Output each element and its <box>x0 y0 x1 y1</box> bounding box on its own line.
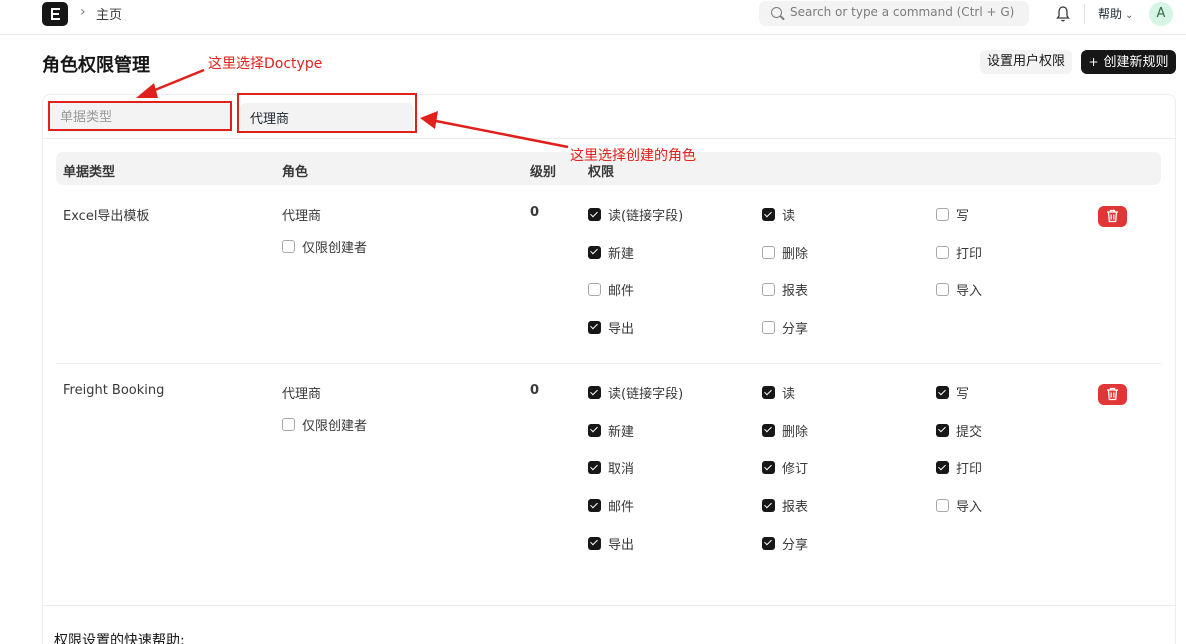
permission-label: 报表 <box>782 284 809 300</box>
row-role: 代理商 <box>282 209 322 224</box>
delete-row-button[interactable] <box>1098 206 1127 227</box>
permission-label: 分享 <box>782 537 809 553</box>
row-doctype[interactable]: Freight Booking <box>63 383 164 398</box>
permission-checkbox[interactable] <box>936 461 949 475</box>
permission-checkbox[interactable] <box>762 208 775 221</box>
permission-checkbox[interactable] <box>588 245 601 259</box>
breadcrumb-home[interactable]: 主页 <box>96 4 122 23</box>
row-divider <box>56 363 1161 364</box>
annotation-doctype-note: 这里选择Doctype <box>208 56 323 72</box>
search-icon <box>771 7 782 18</box>
permission-checkbox[interactable] <box>762 499 775 513</box>
permission-label: 删除 <box>782 246 809 262</box>
permission-checkbox[interactable] <box>588 499 601 513</box>
permission-checkbox[interactable] <box>936 283 949 297</box>
permission-checkbox[interactable] <box>762 283 775 297</box>
row-doctype[interactable]: Excel导出模板 <box>63 205 149 224</box>
permission-checkbox[interactable] <box>762 386 775 399</box>
help-label: 帮助 <box>1098 7 1123 21</box>
owner-only-checkbox[interactable] <box>282 418 295 431</box>
permission-label: 导出 <box>608 321 635 337</box>
navbar: › 主页 帮助⌄ A <box>0 0 1186 35</box>
permission-checkbox[interactable] <box>762 536 775 550</box>
permission-label: 导出 <box>608 537 635 553</box>
annotation-role-note: 这里选择创建的角色 <box>570 148 696 164</box>
permission-label: 删除 <box>782 424 809 440</box>
permission-label: 分享 <box>782 321 809 337</box>
add-new-rule-label: 创建新规则 <box>1103 55 1169 70</box>
permission-checkbox[interactable] <box>762 320 775 334</box>
page-title: 角色权限管理 <box>42 55 150 76</box>
plus-icon: + <box>1088 55 1099 69</box>
permission-label: 导入 <box>956 284 983 300</box>
row-role: 代理商 <box>282 387 322 402</box>
permission-label: 修订 <box>782 462 809 478</box>
chevron-down-icon: ⌄ <box>1125 10 1134 21</box>
permission-checkbox[interactable] <box>762 245 775 259</box>
help-dropdown[interactable]: 帮助 ⌄ <box>1098 5 1133 22</box>
permission-checkbox[interactable] <box>936 499 949 513</box>
permission-checkbox[interactable] <box>588 423 601 437</box>
owner-only-label: 仅限创建者 <box>302 419 368 434</box>
permission-checkbox[interactable] <box>936 245 949 259</box>
permission-checkbox[interactable] <box>762 461 775 475</box>
header-doctype: 单据类型 <box>63 165 116 180</box>
help-section-divider <box>43 605 1175 606</box>
owner-only-label: 仅限创建者 <box>302 241 368 256</box>
permission-checkbox[interactable] <box>762 423 775 437</box>
row-level: 0 <box>530 205 540 220</box>
annotation-box-role <box>237 93 417 133</box>
permission-label: 报表 <box>782 500 809 516</box>
permission-checkbox[interactable] <box>588 208 601 221</box>
permission-checkbox[interactable] <box>588 320 601 334</box>
permission-label: 提交 <box>956 424 983 440</box>
permission-label: 写 <box>956 387 970 402</box>
add-new-rule-button[interactable]: + 创建新规则 <box>1081 50 1176 74</box>
search-input[interactable] <box>790 5 1022 19</box>
header-level: 级别 <box>530 165 557 180</box>
trash-icon <box>1107 387 1118 401</box>
row-level: 0 <box>530 383 540 398</box>
header-role: 角色 <box>282 165 309 180</box>
help-section-title: 权限设置的快速帮助: <box>54 633 185 644</box>
permission-label: 打印 <box>956 462 983 478</box>
permission-label: 取消 <box>608 462 635 478</box>
owner-only-checkbox[interactable] <box>282 240 295 253</box>
permission-checkbox[interactable] <box>588 536 601 550</box>
permission-checkbox[interactable] <box>588 283 601 297</box>
delete-row-button[interactable] <box>1098 384 1127 405</box>
permission-label: 读 <box>782 387 796 402</box>
permission-label: 邮件 <box>608 500 635 516</box>
avatar[interactable]: A <box>1149 2 1173 26</box>
permission-checkbox[interactable] <box>936 423 949 437</box>
permission-checkbox[interactable] <box>936 208 949 221</box>
app-logo-icon[interactable] <box>42 2 68 26</box>
bell-icon[interactable] <box>1055 5 1071 23</box>
set-user-permissions-button[interactable]: 设置用户权限 <box>980 50 1073 74</box>
trash-icon <box>1107 209 1118 223</box>
permission-checkbox[interactable] <box>588 386 601 399</box>
permission-label: 写 <box>956 209 970 224</box>
permission-label: 导入 <box>956 500 983 516</box>
permission-label: 打印 <box>956 246 983 262</box>
breadcrumb-separator-icon: › <box>80 4 86 20</box>
annotation-box-doctype <box>48 101 232 131</box>
permission-label: 新建 <box>608 246 635 262</box>
permission-label: 读(链接字段) <box>608 209 684 224</box>
permission-checkbox[interactable] <box>588 461 601 475</box>
permission-label: 读 <box>782 209 796 224</box>
permission-label: 邮件 <box>608 284 635 300</box>
awesome-bar[interactable] <box>759 1 1029 26</box>
permission-label: 新建 <box>608 424 635 440</box>
permission-label: 读(链接字段) <box>608 387 684 402</box>
navbar-divider <box>1084 4 1085 24</box>
permission-checkbox[interactable] <box>936 386 949 399</box>
